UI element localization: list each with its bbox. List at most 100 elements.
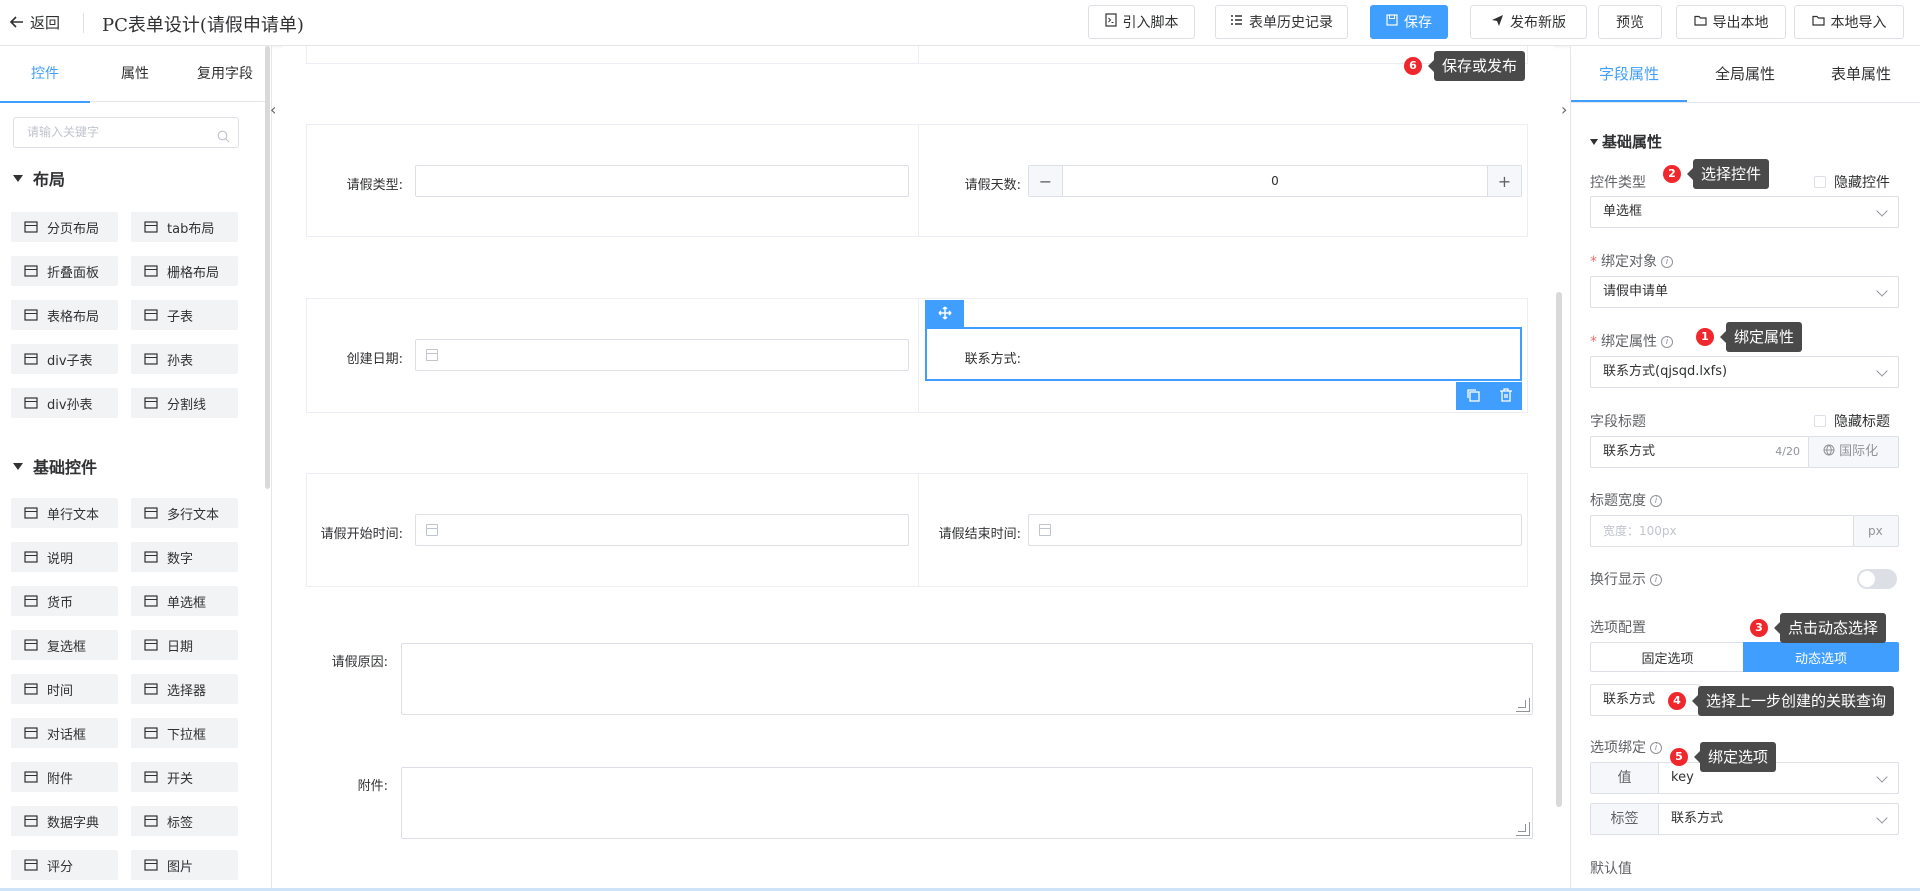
component-item-label: 标签 <box>167 815 194 831</box>
component-item[interactable]: 说明 <box>11 542 118 572</box>
title-width-input[interactable]: 宽度：100px <box>1590 515 1854 547</box>
tab-form-properties[interactable]: 表单属性 <box>1803 46 1919 102</box>
component-item[interactable]: 数字 <box>131 542 238 572</box>
start-time-picker[interactable] <box>415 514 909 546</box>
floppy-icon <box>1386 14 1398 30</box>
collapse-right-icon[interactable]: › <box>1561 100 1567 119</box>
component-item[interactable]: 复选框 <box>11 630 118 660</box>
leave-days-label: 请假天数: <box>964 178 1021 193</box>
component-item[interactable]: div子表 <box>11 344 118 374</box>
search-input[interactable]: 请输入关键字 <box>13 117 239 148</box>
component-item[interactable]: 附件 <box>11 762 118 792</box>
component-item[interactable]: 孙表 <box>131 344 238 374</box>
annotation-tooltip: 绑定选项 <box>1693 742 1777 772</box>
info-icon[interactable]: i <box>1661 256 1673 268</box>
title-width-placeholder: 宽度：100px <box>1603 524 1677 538</box>
component-item[interactable]: 评分 <box>11 850 118 880</box>
tab-reusable-fields[interactable]: 复用字段 <box>180 46 270 102</box>
component-item[interactable]: 栅格布局 <box>131 256 238 286</box>
create-date-picker[interactable] <box>415 339 909 371</box>
bind-attr-value: 联系方式(qjsqd.lxfs) <box>1603 364 1728 379</box>
component-item[interactable]: tab布局 <box>131 212 238 242</box>
copy-icon[interactable] <box>1466 387 1480 406</box>
end-time-picker[interactable] <box>1028 514 1522 546</box>
component-item[interactable]: 分割线 <box>131 388 238 418</box>
minus-button[interactable]: − <box>1029 166 1063 196</box>
delete-icon[interactable] <box>1499 387 1513 406</box>
hide-title-checkbox[interactable]: 隐藏标题 <box>1814 411 1890 431</box>
switch-icon <box>143 770 159 784</box>
selected-field-outline[interactable] <box>925 327 1522 381</box>
unit-suffix: px <box>1853 515 1899 547</box>
component-item[interactable]: 数据字典 <box>11 806 118 836</box>
label-binding-select[interactable]: 标签 联系方式 <box>1590 803 1899 835</box>
component-item[interactable]: 时间 <box>11 674 118 704</box>
control-type-select[interactable]: 单选框 <box>1590 196 1899 228</box>
leave-days-stepper[interactable]: − 0 + <box>1028 165 1522 197</box>
component-item[interactable]: div孙表 <box>11 388 118 418</box>
info-icon[interactable]: i <box>1650 742 1662 754</box>
component-item-label: 对话框 <box>47 727 87 743</box>
attachment-area[interactable] <box>401 767 1533 839</box>
import-local-label: 本地导入 <box>1830 15 1887 31</box>
preview-button[interactable]: 预览 <box>1598 5 1662 39</box>
canvas-scrollbar[interactable] <box>1556 292 1562 807</box>
info-icon[interactable]: i <box>1650 495 1662 507</box>
component-item[interactable]: 对话框 <box>11 718 118 748</box>
resize-grip-icon[interactable] <box>1516 822 1530 836</box>
move-handle[interactable] <box>925 300 964 328</box>
plus-button[interactable]: + <box>1487 166 1521 196</box>
annotation-tooltip: 点击动态选择 <box>1773 613 1887 643</box>
tab-controls[interactable]: 控件 <box>0 46 90 103</box>
back-button[interactable]: 返回 <box>9 12 60 33</box>
export-local-button[interactable]: 导出本地 <box>1676 5 1786 39</box>
tab-global-properties[interactable]: 全局属性 <box>1687 46 1803 102</box>
wrap-display-switch[interactable] <box>1857 569 1897 589</box>
reason-textarea[interactable] <box>401 643 1533 715</box>
import-script-button[interactable]: 引入脚本 <box>1088 5 1195 39</box>
dynamic-options-button[interactable]: 动态选项 <box>1743 642 1899 672</box>
bind-attr-select[interactable]: 联系方式(qjsqd.lxfs) <box>1590 356 1899 388</box>
component-item[interactable]: 开关 <box>131 762 238 792</box>
basic-props-header[interactable]: 基础属性 <box>1590 131 1662 152</box>
section-basic-header[interactable]: 基础控件 <box>13 454 97 478</box>
component-item[interactable]: 选择器 <box>131 674 238 704</box>
info-icon[interactable]: i <box>1661 336 1673 348</box>
field-title-input[interactable]: 联系方式 4/20 <box>1590 436 1809 468</box>
collapse-left-icon[interactable]: ‹ <box>270 100 276 119</box>
component-item[interactable]: 图片 <box>131 850 238 880</box>
component-item[interactable]: 货币 <box>11 586 118 616</box>
resize-grip-icon[interactable] <box>1516 698 1530 712</box>
publish-button[interactable]: 发布新版 <box>1470 5 1587 39</box>
component-item[interactable]: 多行文本 <box>131 498 238 528</box>
component-item[interactable]: 折叠面板 <box>11 256 118 286</box>
component-item[interactable]: 表格布局 <box>11 300 118 330</box>
tab-layout-icon <box>143 220 159 234</box>
query-value: 联系方式 <box>1603 692 1656 707</box>
component-item[interactable]: 分页布局 <box>11 212 118 242</box>
component-item[interactable]: 日期 <box>131 630 238 660</box>
field-title-label: 字段标题 <box>1590 414 1646 430</box>
i18n-button[interactable]: 国际化 <box>1808 436 1899 468</box>
import-local-button[interactable]: 本地导入 <box>1794 5 1904 39</box>
bind-object-select[interactable]: 请假申请单 <box>1590 276 1899 308</box>
search-icon[interactable] <box>217 125 230 154</box>
form-history-button[interactable]: 表单历史记录 <box>1215 5 1348 39</box>
leave-type-input[interactable] <box>415 165 909 197</box>
section-layout-header[interactable]: 布局 <box>13 166 65 190</box>
hide-control-checkbox[interactable]: 隐藏控件 <box>1814 172 1890 192</box>
div-subtable-icon <box>23 352 39 366</box>
component-item[interactable]: 单行文本 <box>11 498 118 528</box>
form-row: 请假类型: 请假天数: − 0 + <box>306 124 1528 237</box>
component-item[interactable]: 下拉框 <box>131 718 238 748</box>
caret-down-icon <box>13 174 23 182</box>
component-item-label: div孙表 <box>47 397 93 413</box>
tab-properties[interactable]: 属性 <box>90 46 180 102</box>
component-item[interactable]: 标签 <box>131 806 238 836</box>
info-icon[interactable]: i <box>1650 574 1662 586</box>
fixed-options-button[interactable]: 固定选项 <box>1590 642 1744 672</box>
component-item[interactable]: 子表 <box>131 300 238 330</box>
save-button[interactable]: 保存 <box>1370 5 1448 39</box>
component-item[interactable]: 单选框 <box>131 586 238 616</box>
tab-field-properties[interactable]: 字段属性 <box>1571 46 1687 102</box>
